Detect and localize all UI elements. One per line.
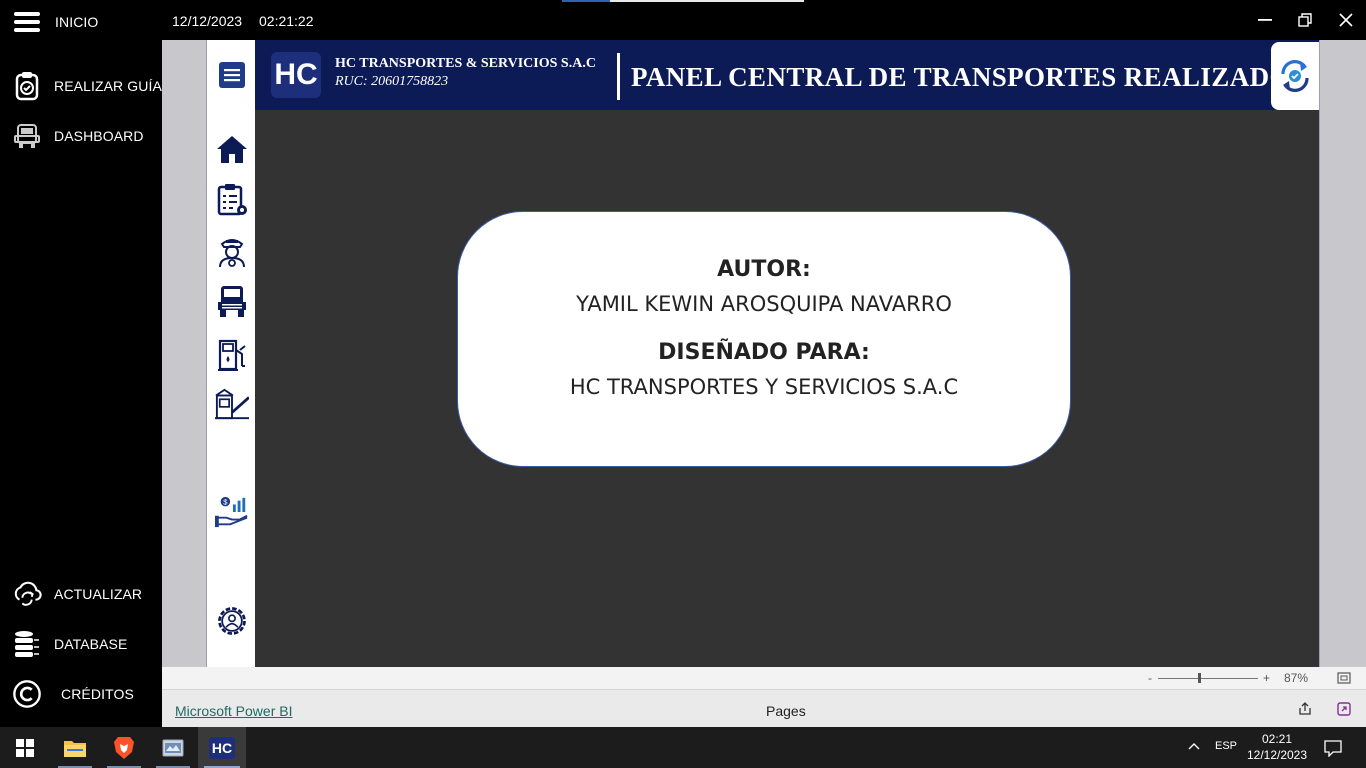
designed-for-value: HC TRANSPORTES Y SERVICIOS S.A.C — [569, 375, 959, 399]
nav-toll-button[interactable] — [215, 387, 249, 421]
minimize-button[interactable] — [1253, 8, 1277, 32]
clock-date: 12/12/2023 — [1246, 748, 1308, 762]
finance-hand-icon: $ — [215, 496, 248, 528]
minimize-icon — [1258, 19, 1272, 21]
restore-icon — [1298, 13, 1312, 27]
zoom-bar: - + 87% — [162, 667, 1366, 689]
report-canvas: $ HC HC TRANSPORTES & SERVICIOS S.A.C RU… — [206, 40, 1320, 667]
app-window-button[interactable] — [150, 727, 196, 768]
app-window-icon — [162, 739, 184, 756]
sidebar-item-label: INICIO — [55, 14, 99, 30]
company-ruc: RUC: 20601758823 — [335, 74, 449, 89]
zoom-slider-thumb[interactable] — [1198, 673, 1201, 683]
clipboard-settings-icon — [217, 184, 247, 216]
report-viewer: $ HC HC TRANSPORTES & SERVICIOS S.A.C RU… — [162, 40, 1366, 727]
sidebar-item-label: DASHBOARD — [54, 128, 144, 144]
share-icon — [1299, 702, 1311, 715]
sidebar-item-inicio[interactable]: INICIO — [0, 2, 162, 42]
notification-icon — [1324, 740, 1342, 758]
language-indicator[interactable]: ESP — [1215, 740, 1237, 752]
nav-guide-button[interactable] — [215, 183, 249, 217]
driver-icon — [219, 239, 245, 268]
expand-icon — [1337, 702, 1351, 716]
sidebar-item-label: ACTUALIZAR — [54, 586, 143, 602]
refresh-button[interactable] — [1271, 42, 1319, 110]
titlebar-time: 02:21:22 — [259, 13, 314, 29]
credits-card: AUTOR: YAMIL KEWIN AROSQUIPA NAVARRO DIS… — [457, 211, 1071, 467]
hamburger-icon — [12, 7, 42, 37]
powerbi-footer: Microsoft Power BI Pages — [162, 689, 1366, 727]
app-sidebar: INICIO REALIZAR GUÍA DASHBOARD ACTUALIZA… — [0, 0, 162, 727]
designed-for-heading: DISEÑADO PARA: — [658, 340, 870, 365]
toll-booth-icon — [215, 388, 249, 420]
sidebar-item-label: CRÉDITOS — [61, 686, 134, 702]
nav-home-button[interactable] — [215, 132, 249, 166]
cloud-sync-icon — [12, 579, 42, 609]
company-name: HC TRANSPORTES & SERVICIOS S.A.C — [335, 56, 596, 71]
report-nav-bar: $ — [207, 40, 255, 667]
windows-logo-icon — [16, 738, 34, 757]
clock-time: 02:21 — [1261, 732, 1293, 746]
nav-fuel-button[interactable] — [215, 338, 249, 372]
notifications-button[interactable] — [1324, 739, 1342, 762]
clipboard-check-icon — [12, 71, 42, 101]
sidebar-item-label: DATABASE — [54, 636, 128, 652]
share-button[interactable] — [1298, 702, 1312, 721]
restore-button[interactable] — [1293, 8, 1317, 32]
zoom-level: 87% — [1284, 671, 1309, 685]
sidebar-item-creditos[interactable]: CRÉDITOS — [0, 674, 162, 714]
copyright-icon — [12, 679, 42, 709]
brave-lion-icon — [114, 736, 134, 759]
powerbi-link[interactable]: Microsoft Power BI — [175, 703, 292, 719]
app-window: INICIO REALIZAR GUÍA DASHBOARD ACTUALIZA… — [0, 0, 1366, 768]
sidebar-item-dashboard[interactable]: DASHBOARD — [0, 116, 162, 156]
truck-icon — [218, 286, 246, 317]
file-explorer-button[interactable] — [52, 727, 98, 768]
company-logo: HC — [271, 52, 321, 98]
windows-taskbar: HC ESP 02:21 12/12/2023 — [0, 727, 1366, 768]
start-button[interactable] — [2, 727, 48, 768]
header-divider — [617, 53, 620, 100]
sidebar-item-database[interactable]: DATABASE — [0, 624, 162, 664]
report-header: HC HC TRANSPORTES & SERVICIOS S.A.C RUC:… — [255, 40, 1319, 110]
database-icon — [12, 629, 42, 659]
author-heading: AUTOR: — [717, 257, 811, 282]
settings-button[interactable] — [215, 604, 249, 638]
refresh-check-icon — [1281, 60, 1309, 92]
close-button[interactable] — [1334, 8, 1358, 32]
loading-bar-fill — [562, 0, 610, 2]
pages-button[interactable]: Pages — [766, 703, 806, 719]
hc-app-button[interactable]: HC — [198, 727, 246, 768]
home-icon — [217, 136, 247, 163]
loading-bar-track — [610, 0, 804, 2]
tray-overflow-button[interactable] — [1188, 740, 1200, 758]
nav-finance-button[interactable]: $ — [215, 495, 249, 529]
hc-app-icon: HC — [209, 736, 235, 759]
brave-browser-button[interactable] — [101, 727, 147, 768]
zoom-in-button[interactable]: + — [1263, 671, 1270, 685]
chevron-up-icon — [1188, 743, 1200, 750]
zoom-slider-track[interactable] — [1158, 678, 1258, 679]
fullscreen-button[interactable] — [1337, 702, 1351, 721]
nav-truck-button[interactable] — [215, 284, 249, 318]
sidebar-item-label: REALIZAR GUÍA — [54, 78, 162, 94]
zoom-out-button[interactable]: - — [1148, 671, 1152, 685]
system-clock[interactable]: 02:21 12/12/2023 — [1240, 731, 1314, 763]
truck-front-icon — [12, 121, 42, 151]
sidebar-item-actualizar[interactable]: ACTUALIZAR — [0, 574, 162, 614]
folder-icon — [64, 740, 86, 757]
nav-driver-button[interactable] — [215, 234, 249, 268]
fuel-pump-icon — [218, 339, 246, 371]
gear-user-icon — [218, 607, 246, 635]
sidebar-item-realizar-guia[interactable]: REALIZAR GUÍA — [0, 66, 162, 106]
titlebar-date: 12/12/2023 — [172, 13, 243, 29]
menu-icon — [219, 62, 245, 88]
fit-to-page-button[interactable] — [1337, 671, 1351, 689]
close-icon — [1339, 13, 1353, 27]
report-menu-button[interactable] — [215, 58, 249, 92]
author-name: YAMIL KEWIN AROSQUIPA NAVARRO — [576, 292, 952, 316]
report-title: PANEL CENTRAL DE TRANSPORTES REALIZADOS — [631, 62, 1307, 92]
title-bar: 12/12/2023 02:21:22 — [162, 0, 1366, 40]
fit-page-icon — [1337, 672, 1351, 684]
